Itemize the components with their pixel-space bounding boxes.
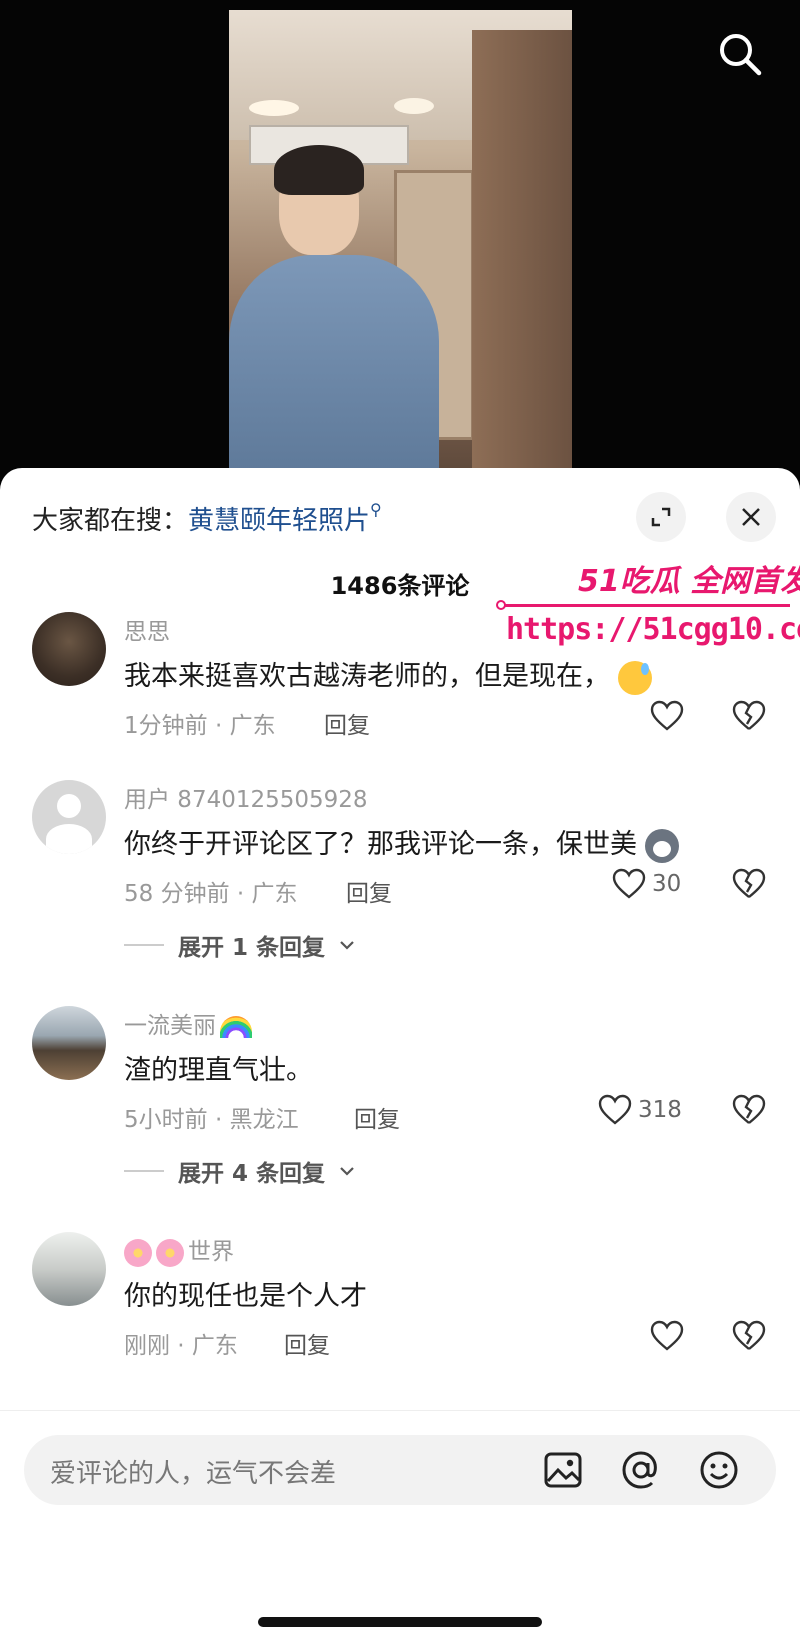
- hot-search-bar[interactable]: 大家都在搜：黄慧颐年轻照片⚲: [32, 500, 382, 537]
- avatar[interactable]: [32, 780, 106, 854]
- image-icon[interactable]: [542, 1449, 584, 1491]
- husky-emoji-icon: [645, 828, 679, 863]
- comment-meta: 58 分钟前 · 广东: [124, 881, 298, 907]
- video-player[interactable]: [0, 0, 800, 480]
- comment-input-placeholder: 爱评论的人，运气不会差: [50, 1459, 337, 1489]
- like-count: 318: [638, 1097, 682, 1123]
- dislike-button[interactable]: [732, 868, 766, 904]
- comment-meta: 5小时前 · 黑龙江: [124, 1107, 299, 1133]
- comment-panel: 大家都在搜：黄慧颐年轻照片⚲ 1486条评论 51吃瓜 全网首发 https:/…: [0, 468, 800, 1646]
- comment-input[interactable]: 爱评论的人，运气不会差: [24, 1435, 776, 1505]
- expand-replies-label: 展开 1 条回复: [178, 935, 326, 961]
- rainbow-emoji-icon: [220, 1015, 252, 1038]
- reply-button[interactable]: 回复: [324, 706, 370, 740]
- comment-username[interactable]: 用户 8740125505928: [124, 780, 368, 814]
- dislike-button[interactable]: [732, 1320, 766, 1356]
- hot-search-prefix: 大家都在搜：: [32, 506, 189, 536]
- dislike-button[interactable]: [732, 700, 766, 736]
- heart-icon: [612, 868, 646, 899]
- dislike-button[interactable]: [732, 1094, 766, 1130]
- comment-username[interactable]: 一流美丽: [124, 1006, 252, 1040]
- avatar[interactable]: [32, 612, 106, 686]
- like-button[interactable]: 318: [598, 1094, 682, 1126]
- comment-text: 你的现任也是个人才: [124, 1281, 367, 1312]
- like-count: 30: [652, 871, 682, 897]
- broken-heart-icon: [732, 700, 766, 730]
- broken-heart-icon: [732, 1320, 766, 1350]
- avatar[interactable]: [32, 1006, 106, 1080]
- heart-icon: [598, 1094, 632, 1125]
- close-icon[interactable]: [726, 492, 776, 542]
- comment-text: 我本来挺喜欢古越涛老师的，但是现在，: [124, 654, 652, 695]
- watermark-brand: 51吃瓜 全网首发: [578, 564, 800, 599]
- watermark-url: https://51cgg10.com: [506, 612, 800, 647]
- hot-search-term[interactable]: 黄慧颐年轻照片: [188, 506, 370, 536]
- comment-meta: 刚刚 · 广东: [124, 1333, 238, 1359]
- reply-button[interactable]: 回复: [284, 1326, 330, 1360]
- broken-heart-icon: [732, 1094, 766, 1124]
- flower-emoji-icon: [124, 1238, 152, 1267]
- like-button[interactable]: [650, 1320, 684, 1352]
- like-button[interactable]: [650, 700, 684, 732]
- emoji-icon[interactable]: [698, 1449, 740, 1491]
- comment-username[interactable]: 思思: [124, 612, 170, 646]
- home-indicator: [258, 1617, 542, 1627]
- expand-replies-label: 展开 4 条回复: [178, 1161, 326, 1187]
- broken-heart-icon: [732, 868, 766, 898]
- reply-button[interactable]: 回复: [354, 1100, 400, 1134]
- chevron-down-icon: [340, 941, 354, 950]
- at-mention-icon[interactable]: [620, 1449, 662, 1491]
- flower-emoji-icon: [156, 1238, 184, 1267]
- like-button[interactable]: 30: [612, 868, 681, 900]
- comment-username[interactable]: 世界: [124, 1232, 234, 1267]
- search-small-icon: ⚲: [370, 500, 382, 519]
- chevron-down-icon: [340, 1167, 354, 1176]
- comment-meta: 1分钟前 · 广东: [124, 713, 276, 739]
- fullscreen-icon[interactable]: [636, 492, 686, 542]
- expand-replies-button[interactable]: 展开 4 条回复: [124, 1154, 355, 1188]
- comment-input-bar: 爱评论的人，运气不会差: [0, 1410, 800, 1646]
- heart-icon: [650, 700, 684, 731]
- watermark: 51吃瓜 全网首发 https://51cgg10.com: [496, 556, 800, 656]
- avatar[interactable]: [32, 1232, 106, 1306]
- comment-text: 你终于开评论区了？那我评论一条，保世美: [124, 822, 679, 863]
- search-icon[interactable]: [716, 30, 764, 78]
- comment-text: 渣的理直气壮。: [124, 1055, 313, 1086]
- video-frame: [229, 10, 572, 470]
- sweat-smile-emoji-icon: [618, 660, 652, 695]
- heart-icon: [650, 1320, 684, 1351]
- reply-button[interactable]: 回复: [346, 874, 392, 908]
- expand-replies-button[interactable]: 展开 1 条回复: [124, 928, 355, 962]
